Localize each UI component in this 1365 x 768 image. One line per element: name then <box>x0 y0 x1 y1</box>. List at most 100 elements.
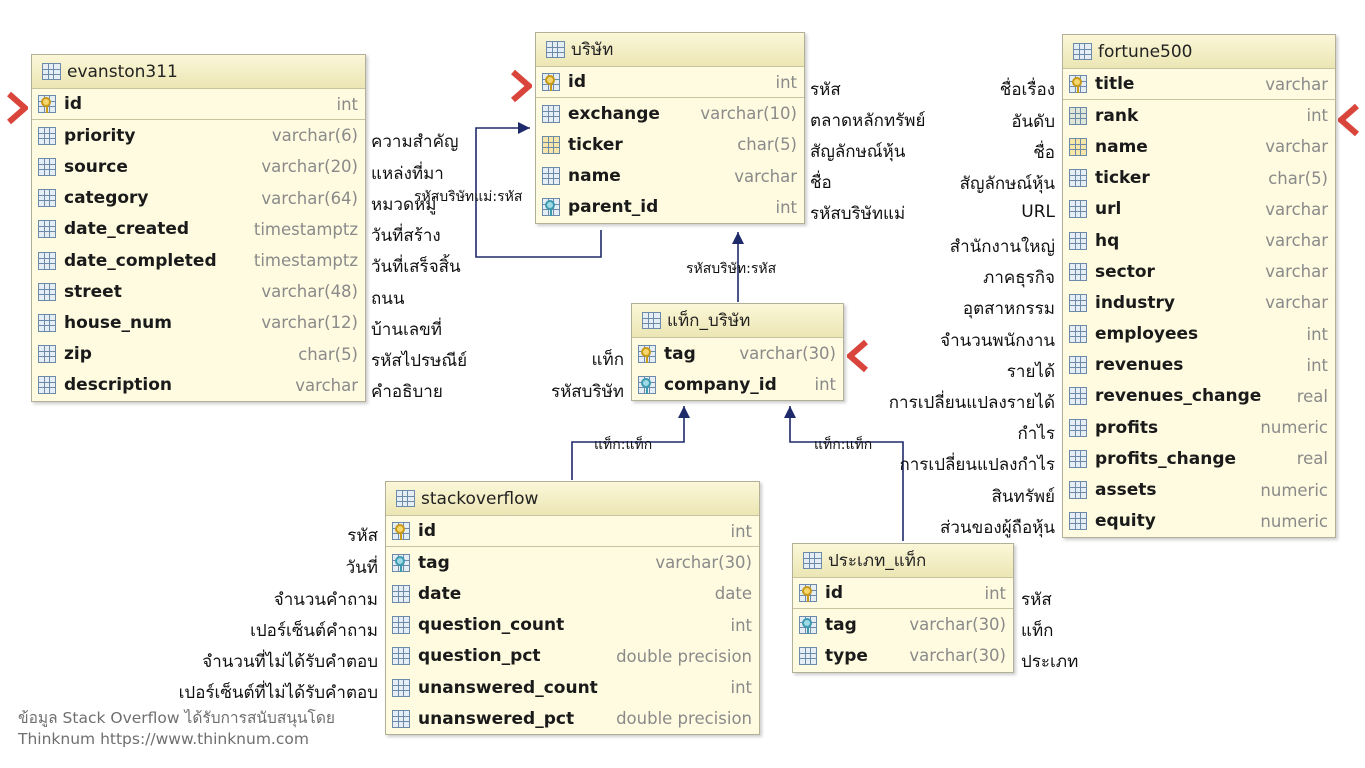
column-row[interactable]: unanswered_count int <box>386 672 759 703</box>
column-row[interactable]: category varchar(64) <box>32 183 365 214</box>
column-type: varchar <box>1265 262 1328 282</box>
column-row[interactable]: revenues_change real <box>1063 381 1335 412</box>
column-translation: ประเภท <box>1021 652 1079 672</box>
foreign-key-icon <box>638 375 656 394</box>
column-name: title <box>1095 74 1135 95</box>
column-type: varchar(64) <box>261 188 358 208</box>
column-row[interactable]: id int <box>793 578 1013 610</box>
primary-key-icon <box>392 522 410 541</box>
column-translation: รหัสไปรษณีย์ <box>371 351 468 371</box>
column-row[interactable]: title varchar <box>1063 69 1335 101</box>
column-name: question_count <box>418 615 565 636</box>
column-translation: คำอธิบาย <box>371 382 443 402</box>
column-type: varchar <box>1265 199 1328 219</box>
column-name: hq <box>1095 230 1120 251</box>
column-row[interactable]: question_count int <box>386 610 759 641</box>
edge-label-tag-type-to-tag-company: แท็ก:แท็ก <box>814 437 873 453</box>
table-tag-company[interactable]: แท็ก_บริษัท tag varchar(30) company_id int <box>631 303 844 402</box>
column-row[interactable]: ticker char(5) <box>536 129 804 160</box>
column-translation: จำนวนคำถาม <box>273 590 378 610</box>
column-row[interactable]: company_id int <box>632 369 843 400</box>
column-icon <box>38 376 56 395</box>
column-row[interactable]: tag varchar(30) <box>632 338 843 369</box>
unique-key-icon <box>1069 106 1087 125</box>
column-row[interactable]: tag varchar(30) <box>386 547 759 578</box>
primary-key-icon <box>542 73 560 92</box>
column-row[interactable]: source varchar(20) <box>32 151 365 182</box>
column-row[interactable]: priority varchar(6) <box>32 120 365 151</box>
column-row[interactable]: exchange varchar(10) <box>536 98 804 129</box>
column-row[interactable]: assets numeric <box>1063 474 1335 505</box>
column-row[interactable]: url varchar <box>1063 194 1335 225</box>
column-name: type <box>825 645 868 666</box>
column-type: varchar <box>734 166 797 186</box>
column-row[interactable]: equity numeric <box>1063 506 1335 537</box>
table-evanston311[interactable]: evanston311 id int priority varchar(6) sou… <box>31 54 366 402</box>
column-row[interactable]: parent_id int <box>536 192 804 223</box>
column-translation: บ้านเลขที่ <box>371 320 443 340</box>
column-row[interactable]: rank int <box>1063 100 1335 131</box>
column-row[interactable]: ticker char(5) <box>1063 163 1335 194</box>
column-name: rank <box>1095 105 1139 126</box>
column-row[interactable]: profits numeric <box>1063 412 1335 443</box>
column-row[interactable]: employees int <box>1063 319 1335 350</box>
credit-line: ข้อมูล Stack Overflow ได้รับการสนับสนุนโ… <box>18 709 335 727</box>
column-icon <box>542 167 560 186</box>
column-type: varchar(30) <box>655 553 752 573</box>
column-row[interactable]: id int <box>32 89 365 121</box>
column-row[interactable]: question_pct double precision <box>386 641 759 672</box>
chevron-right-icon <box>511 69 532 103</box>
column-type: varchar <box>1265 293 1328 313</box>
column-row[interactable]: profits_change real <box>1063 443 1335 474</box>
table-fortune500[interactable]: fortune500 title varchar rank int name varc… <box>1062 34 1336 538</box>
column-row[interactable]: name varchar <box>1063 131 1335 162</box>
table-header[interactable]: evanston311 <box>32 55 365 89</box>
table-header[interactable]: บริษัท <box>536 33 804 67</box>
unique-key-icon <box>542 135 560 154</box>
column-row[interactable]: industry varchar <box>1063 287 1335 318</box>
table-header[interactable]: แท็ก_บริษัท <box>632 304 843 338</box>
column-row[interactable]: date_completed timestamptz <box>32 245 365 276</box>
column-translation: การเปลี่ยนแปลงกำไร <box>899 455 1055 475</box>
column-name: id <box>568 72 586 93</box>
column-translation: ตลาดหลักทรัพย์ <box>810 111 926 131</box>
column-row[interactable]: date date <box>386 578 759 609</box>
table-icon <box>546 41 565 58</box>
table-company[interactable]: บริษัท id int exchange varchar(10) ticker c… <box>535 32 805 224</box>
column-row[interactable]: hq varchar <box>1063 225 1335 256</box>
column-icon <box>1069 231 1087 250</box>
column-row[interactable]: zip char(5) <box>32 339 365 370</box>
column-icon <box>38 126 56 145</box>
column-icon <box>38 157 56 176</box>
table-tag-type[interactable]: ประเภท_แท็ก id int tag varchar(30) type var… <box>792 543 1014 673</box>
column-row[interactable]: id int <box>386 516 759 548</box>
column-type: varchar <box>1265 74 1328 94</box>
table-stackoverflow[interactable]: stackoverflow id int tag varchar(30) date d… <box>385 481 760 736</box>
column-icon <box>38 220 56 239</box>
column-icon <box>392 709 410 728</box>
column-row[interactable]: sector varchar <box>1063 256 1335 287</box>
column-type: int <box>1306 324 1328 344</box>
column-row[interactable]: name varchar <box>536 161 804 192</box>
table-header[interactable]: ประเภท_แท็ก <box>793 544 1013 578</box>
column-row[interactable]: street varchar(48) <box>32 276 365 307</box>
column-name: ticker <box>568 134 623 155</box>
column-row[interactable]: unanswered_pct double precision <box>386 703 759 734</box>
column-row[interactable]: tag varchar(30) <box>793 609 1013 640</box>
column-row[interactable]: date_created timestamptz <box>32 214 365 245</box>
column-row[interactable]: description varchar <box>32 370 365 401</box>
column-type: varchar(12) <box>261 313 358 333</box>
column-name: id <box>825 583 843 604</box>
column-row[interactable]: revenues int <box>1063 350 1335 381</box>
table-name: บริษัท <box>571 40 614 60</box>
table-icon <box>42 63 61 80</box>
table-header[interactable]: stackoverflow <box>386 482 759 516</box>
column-row[interactable]: id int <box>536 67 804 99</box>
column-type: varchar(6) <box>271 126 358 146</box>
column-row[interactable]: house_num varchar(12) <box>32 307 365 338</box>
column-type: int <box>814 375 836 395</box>
column-row[interactable]: type varchar(30) <box>793 640 1013 671</box>
column-type: double precision <box>616 709 752 729</box>
table-header[interactable]: fortune500 <box>1063 35 1335 69</box>
column-translation: รหัสบริษัทแม่ <box>810 204 906 224</box>
